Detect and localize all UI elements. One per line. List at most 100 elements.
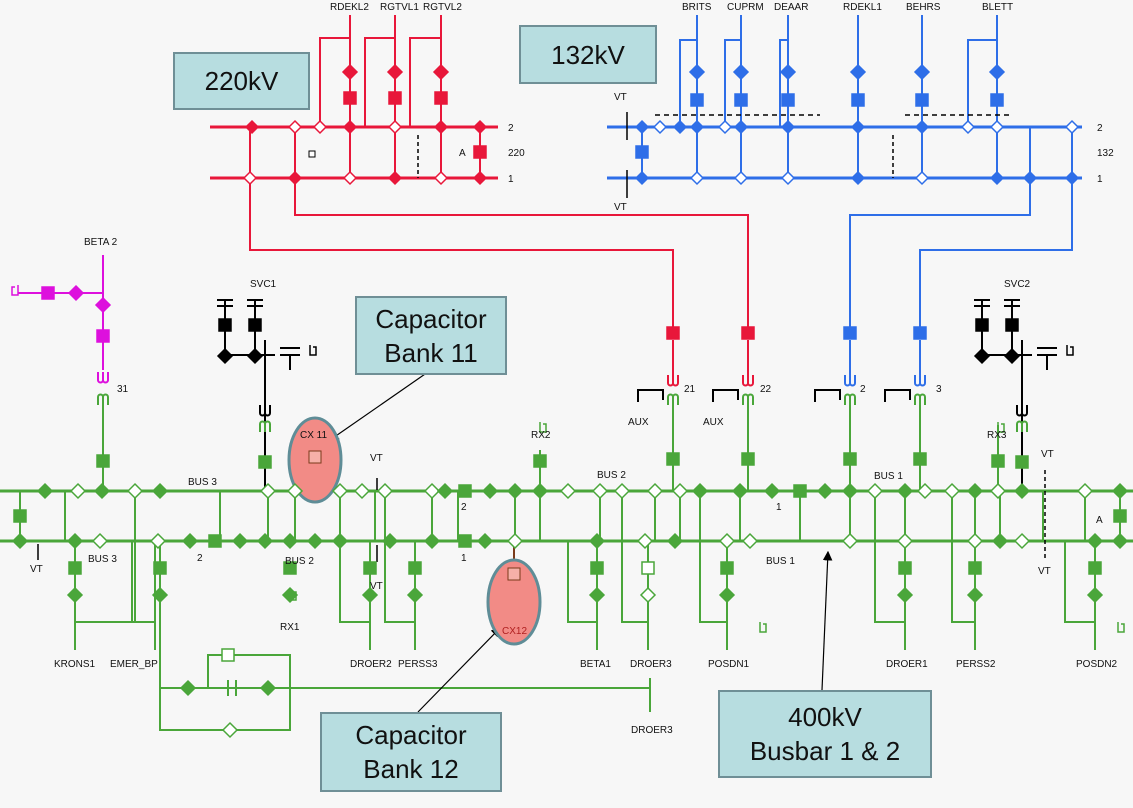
isolator-open-icon[interactable] [242,170,258,186]
breaker-closed-icon[interactable] [851,93,865,107]
isolator-closed-icon[interactable] [472,119,488,135]
isolator-open-icon[interactable] [671,482,689,500]
breaker-closed-icon[interactable] [68,561,82,575]
isolator-open-icon[interactable] [149,532,167,550]
isolator-open-icon[interactable] [966,532,984,550]
isolator-closed-icon[interactable] [849,63,867,81]
isolator-closed-icon[interactable] [151,482,169,500]
isolator-closed-icon[interactable] [732,63,750,81]
isolator-open-icon[interactable] [433,170,449,186]
isolator-closed-icon[interactable] [1003,347,1021,365]
isolator-closed-icon[interactable] [481,482,499,500]
isolator-closed-icon[interactable] [1022,170,1038,186]
breaker-closed-icon[interactable] [473,145,487,159]
breaker-closed-icon[interactable] [843,326,857,340]
isolator-closed-icon[interactable] [256,532,274,550]
breaker-closed-icon[interactable] [208,534,222,548]
isolator-open-icon[interactable] [376,482,394,500]
isolator-open-icon[interactable] [960,119,976,135]
breaker-closed-icon[interactable] [991,454,1005,468]
breaker-open-icon[interactable] [221,648,235,662]
isolator-closed-icon[interactable] [423,532,441,550]
breaker-open-icon[interactable] [641,561,655,575]
isolator-closed-icon[interactable] [763,482,781,500]
breaker-closed-icon[interactable] [533,454,547,468]
breaker-closed-icon[interactable] [1005,318,1019,332]
isolator-closed-icon[interactable] [506,482,524,500]
isolator-closed-icon[interactable] [973,347,991,365]
isolator-closed-icon[interactable] [11,532,29,550]
isolator-closed-icon[interactable] [472,170,488,186]
isolator-closed-icon[interactable] [287,170,303,186]
breaker-closed-icon[interactable] [843,452,857,466]
isolator-closed-icon[interactable] [306,532,324,550]
isolator-closed-icon[interactable] [731,482,749,500]
isolator-closed-icon[interactable] [331,532,349,550]
breaker-closed-icon[interactable] [690,93,704,107]
isolator-closed-icon[interactable] [588,532,606,550]
isolator-closed-icon[interactable] [718,586,736,604]
isolator-closed-icon[interactable] [896,482,914,500]
isolator-open-icon[interactable] [741,532,759,550]
isolator-closed-icon[interactable] [476,532,494,550]
isolator-open-icon[interactable] [733,170,749,186]
isolator-closed-icon[interactable] [634,170,650,186]
breaker-closed-icon[interactable] [1088,561,1102,575]
breaker-closed-icon[interactable] [434,91,448,105]
isolator-closed-icon[interactable] [1111,532,1129,550]
breaker-closed-icon[interactable] [408,561,422,575]
isolator-open-icon[interactable] [591,482,609,500]
isolator-closed-icon[interactable] [733,119,749,135]
isolator-open-icon[interactable] [126,482,144,500]
isolator-closed-icon[interactable] [966,482,984,500]
isolator-closed-icon[interactable] [181,532,199,550]
isolator-open-icon[interactable] [387,119,403,135]
isolator-closed-icon[interactable] [433,119,449,135]
isolator-closed-icon[interactable] [66,532,84,550]
isolator-open-icon[interactable] [780,170,796,186]
breaker-closed-icon[interactable] [793,484,807,498]
breaker-closed-icon[interactable] [968,561,982,575]
breaker-closed-icon[interactable] [1113,509,1127,523]
isolator-closed-icon[interactable] [588,586,606,604]
breaker-closed-icon[interactable] [635,145,649,159]
isolator-closed-icon[interactable] [913,63,931,81]
breaker-closed-icon[interactable] [720,561,734,575]
isolator-closed-icon[interactable] [436,482,454,500]
isolator-closed-icon[interactable] [634,119,650,135]
breaker-closed-icon[interactable] [1015,455,1029,469]
isolator-closed-icon[interactable] [779,63,797,81]
isolator-open-icon[interactable] [1076,482,1094,500]
isolator-closed-icon[interactable] [36,482,54,500]
isolator-closed-icon[interactable] [341,63,359,81]
isolator-open-icon[interactable] [636,532,654,550]
isolator-closed-icon[interactable] [66,586,84,604]
breaker-closed-icon[interactable] [990,93,1004,107]
isolator-closed-icon[interactable] [93,482,111,500]
isolator-closed-icon[interactable] [386,63,404,81]
breaker-closed-icon[interactable] [96,329,110,343]
breaker-closed-icon[interactable] [96,454,110,468]
isolator-open-icon[interactable] [646,482,664,500]
isolator-closed-icon[interactable] [406,586,424,604]
isolator-closed-icon[interactable] [244,119,260,135]
breaker-closed-icon[interactable] [41,286,55,300]
breaker-closed-icon[interactable] [913,452,927,466]
isolator-open-icon[interactable] [221,721,239,739]
breaker-closed-icon[interactable] [741,326,755,340]
isolator-open-icon[interactable] [91,532,109,550]
breaker-closed-icon[interactable] [458,534,472,548]
isolator-open-icon[interactable] [69,482,87,500]
isolator-closed-icon[interactable] [246,347,264,365]
breaker-closed-icon[interactable] [363,561,377,575]
breaker-closed-icon[interactable] [913,326,927,340]
isolator-open-icon[interactable] [866,482,884,500]
isolator-closed-icon[interactable] [672,119,688,135]
isolator-open-icon[interactable] [652,119,668,135]
isolator-open-icon[interactable] [342,170,358,186]
breaker-closed-icon[interactable] [343,91,357,105]
isolator-open-icon[interactable] [689,170,705,186]
isolator-closed-icon[interactable] [988,63,1006,81]
isolator-open-icon[interactable] [914,170,930,186]
isolator-closed-icon[interactable] [841,482,859,500]
